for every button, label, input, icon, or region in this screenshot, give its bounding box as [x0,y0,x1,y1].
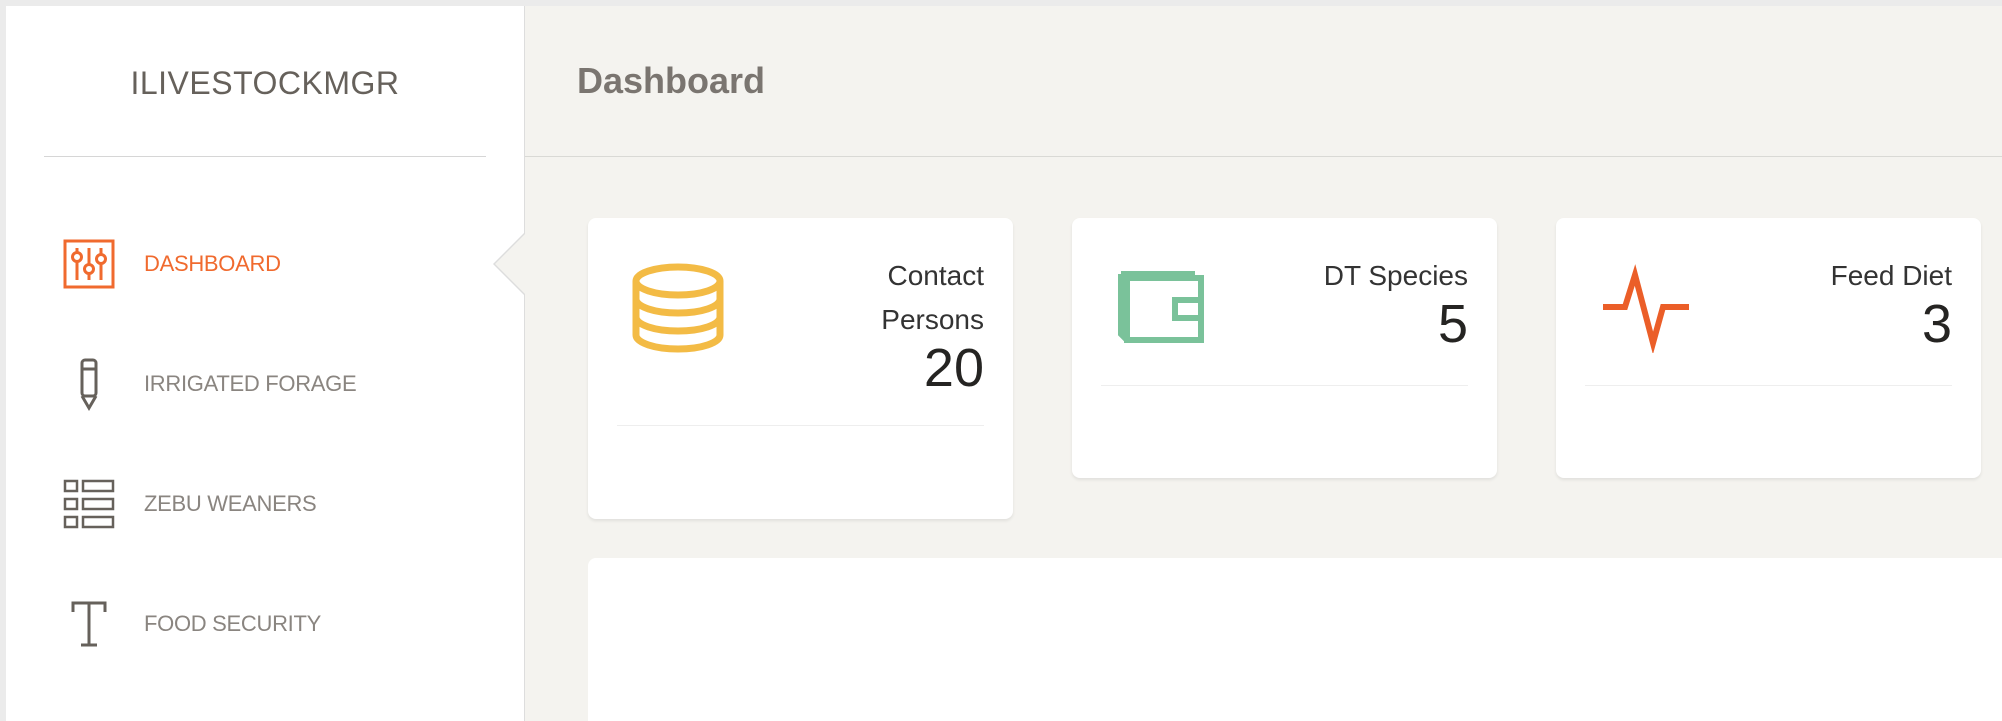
main-content: Dashboard Contact Persons 20 DT Species … [525,6,2002,721]
sidebar-item-label: IRRIGATED FORAGE [144,371,357,396]
active-indicator [495,234,525,294]
stat-card-value: 20 [923,338,984,398]
sidebar-item-label: FOOD SECURITY [144,611,321,636]
stat-card-text: Contact Persons 20 [881,254,984,396]
sidebar-item-dashboard[interactable]: DASHBOARD [6,204,525,324]
sidebar-item-label: DASHBOARD [144,251,281,276]
stat-card-label: Feed Diet [1830,260,1952,291]
stat-card-text: DT Species 5 [1324,254,1468,352]
text-icon [59,594,119,654]
stat-card-label: Contact [887,260,985,291]
list-icon [59,474,119,534]
sidebar-item-irrigated-forage[interactable]: IRRIGATED FORAGE [6,324,524,444]
top-navbar: Dashboard [525,6,2002,157]
sidebar: ILIVESTOCKMGR DASHBOARD IRRIGATED FORAGE… [6,6,525,721]
wallet-icon [1112,258,1212,358]
logo-text: ILIVESTOCKMGR [130,64,400,101]
stat-card-value: 5 [1437,294,1468,354]
pen-icon [59,354,119,414]
stat-card-text: Feed Diet 3 [1831,254,1952,352]
pulse-icon [1596,258,1696,358]
sidebar-item-label: ZEBU WEANERS [144,491,317,516]
card-divider [617,425,984,426]
stat-card-label: Persons [881,304,984,335]
sliders-icon [59,234,119,294]
card-divider [1585,385,1952,386]
app-window: ILIVESTOCKMGR DASHBOARD IRRIGATED FORAGE… [6,6,2002,721]
sidebar-item-food-security[interactable]: FOOD SECURITY [6,564,524,684]
stat-card-contact-persons[interactable]: Contact Persons 20 [588,218,1013,519]
sidebar-item-zebu-weaners[interactable]: ZEBU WEANERS [6,444,524,564]
page-title: Dashboard [577,60,766,101]
stat-card-label: DT Species [1323,260,1468,291]
content-panel [588,558,2002,721]
stat-card-dt-species[interactable]: DT Species 5 [1072,218,1497,478]
sidebar-nav: DASHBOARD IRRIGATED FORAGE ZEBU WEANERS … [6,157,525,684]
logo[interactable]: ILIVESTOCKMGR [44,6,486,157]
stat-card-feed-diet[interactable]: Feed Diet 3 [1556,218,1981,478]
coins-icon [628,258,728,358]
card-divider [1101,385,1468,386]
stat-card-value: 3 [1921,294,1952,354]
